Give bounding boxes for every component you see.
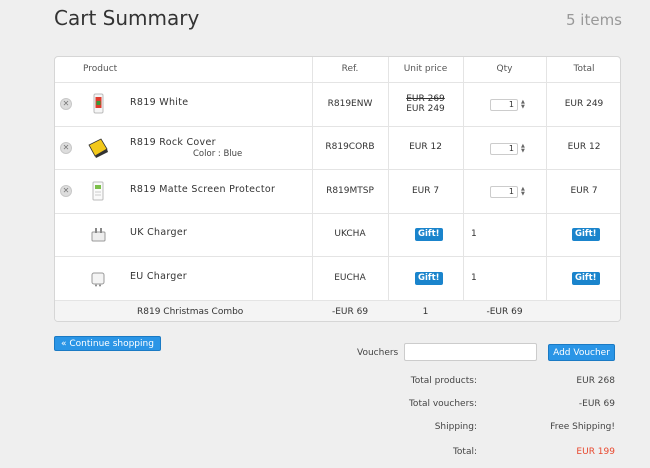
- quantity-value: 1: [471, 273, 477, 283]
- row-divider: [55, 126, 620, 127]
- row-divider: [55, 213, 620, 214]
- row-divider: [55, 256, 620, 257]
- remove-icon[interactable]: ✕: [60, 142, 72, 154]
- screen-protector-icon: [92, 181, 104, 201]
- row-divider: [55, 169, 620, 170]
- add-voucher-button[interactable]: Add Voucher: [548, 344, 615, 361]
- unit-price: EUR 12: [409, 142, 442, 152]
- column-divider: [463, 57, 464, 321]
- unit-price: EUR 249: [406, 104, 445, 114]
- product-ref: R819CORB: [325, 142, 375, 152]
- total-vouchers-label: Total vouchers:: [408, 399, 477, 409]
- product-name[interactable]: UK Charger: [130, 227, 187, 238]
- shipping-value: Free Shipping!: [550, 422, 615, 432]
- header-total: Total: [573, 64, 595, 74]
- vouchers-label: Vouchers: [357, 348, 399, 358]
- product-name[interactable]: R819 Rock Cover: [130, 137, 216, 148]
- remove-icon[interactable]: ✕: [60, 185, 72, 197]
- total-label: Total:: [452, 447, 477, 457]
- gift-badge: Gift!: [572, 228, 600, 241]
- quantity-stepper[interactable]: ▲ ▼: [521, 100, 525, 110]
- product-variant: Color : Blue: [193, 149, 243, 159]
- header-ref: Ref.: [341, 64, 359, 74]
- cart-table: Product Ref. Unit price Qty Total ✕ R819…: [54, 56, 621, 322]
- continue-shopping-button[interactable]: « Continue shopping: [54, 336, 161, 351]
- total-vouchers-value: -EUR 69: [578, 399, 615, 409]
- product-ref: EUCHA: [334, 273, 366, 283]
- voucher-input[interactable]: [404, 343, 537, 361]
- total-products-value: EUR 268: [576, 376, 615, 386]
- product-ref: R819MTSP: [326, 186, 374, 196]
- quantity-input[interactable]: 1: [490, 143, 518, 155]
- phone-icon: [93, 93, 104, 114]
- gift-badge: Gift!: [572, 272, 600, 285]
- product-ref: UKCHA: [334, 229, 366, 239]
- combo-name: R819 Christmas Combo: [137, 307, 244, 317]
- quantity-input[interactable]: 1: [490, 99, 518, 111]
- quantity-stepper[interactable]: ▲ ▼: [521, 144, 525, 154]
- remove-icon[interactable]: ✕: [60, 98, 72, 110]
- quantity-input[interactable]: 1: [490, 186, 518, 198]
- item-count: 5 items: [565, 11, 622, 29]
- page-title: Cart Summary: [54, 6, 200, 30]
- combo-unit-price: 1: [422, 307, 429, 317]
- line-total: EUR 12: [567, 142, 601, 152]
- gift-badge: Gift!: [415, 228, 443, 241]
- quantity-stepper[interactable]: ▲ ▼: [521, 187, 525, 197]
- row-divider: [55, 82, 620, 83]
- gift-badge: Gift!: [415, 272, 443, 285]
- unit-price: EUR 7: [411, 186, 440, 196]
- product-name[interactable]: EU Charger: [130, 271, 187, 282]
- product-name[interactable]: R819 White: [130, 97, 188, 108]
- charger-icon: [91, 228, 106, 242]
- header-unit-price: Unit price: [403, 64, 448, 74]
- total-products-label: Total products:: [410, 376, 477, 386]
- shipping-label: Shipping:: [434, 422, 477, 432]
- cover-icon: [88, 138, 108, 158]
- line-total: EUR 249: [564, 99, 604, 109]
- combo-row: R819 Christmas Combo -EUR 69 1 -EUR 69: [55, 301, 620, 321]
- charger-icon: [91, 272, 105, 287]
- line-total: EUR 7: [570, 186, 598, 196]
- header-product: Product: [83, 64, 118, 74]
- product-name[interactable]: R819 Matte Screen Protector: [130, 184, 275, 195]
- total-value: EUR 199: [576, 447, 615, 457]
- combo-ref: -EUR 69: [331, 307, 369, 317]
- header-qty: Qty: [496, 64, 513, 74]
- combo-qty: -EUR 69: [486, 307, 523, 317]
- product-ref: R819ENW: [327, 99, 373, 109]
- quantity-value: 1: [471, 229, 477, 239]
